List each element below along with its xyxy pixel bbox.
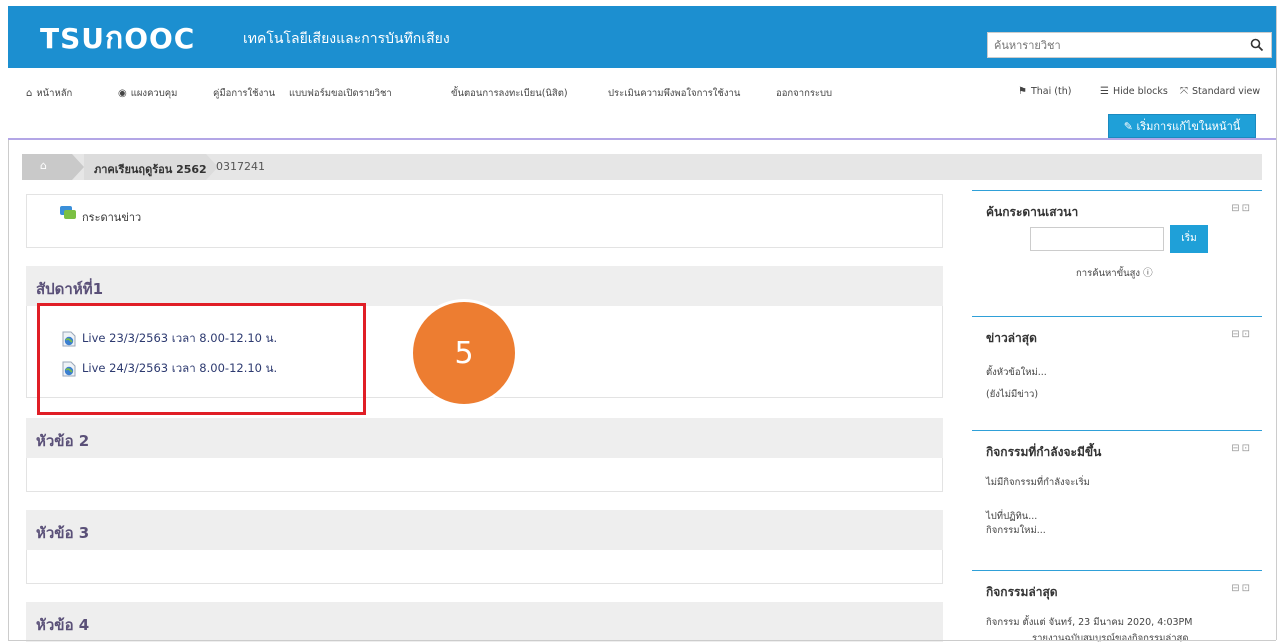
block-title: กิจกรรมล่าสุด: [986, 585, 1058, 599]
nav-dashboard-label: แผงควบคุม: [130, 88, 178, 99]
hide-blocks-button[interactable]: ☰ Hide blocks: [1100, 86, 1168, 97]
go-to-calendar-link[interactable]: ไปที่ปฏิทิน...: [986, 509, 1037, 524]
section-content: [26, 458, 943, 492]
search-icon[interactable]: [1250, 38, 1264, 52]
standard-view-button[interactable]: ⤧ Standard view: [1180, 86, 1260, 97]
breadcrumb-home[interactable]: ⌂: [22, 154, 72, 180]
breadcrumb-course: 0317241: [216, 160, 265, 173]
block-title: ข่าวล่าสุด: [986, 331, 1037, 345]
frame-border-bottom: [8, 640, 1276, 641]
nav-registration-steps[interactable]: ขั้นตอนการลงทะเบียน(นิสิต): [451, 86, 568, 101]
no-news-text: (ยังไม่มีข่าว): [986, 389, 1039, 400]
section-content: [26, 550, 943, 584]
block-title: กิจกรรมที่กำลังจะมีขึ้น: [986, 445, 1102, 459]
recent-activity-block: กิจกรรมล่าสุด ⊟⊡ กิจกรรม ตั้งแต่ จันทร์,…: [972, 570, 1262, 642]
nav-manual[interactable]: คู่มือการใช้งาน: [213, 86, 275, 101]
flag-icon: ⚑: [1018, 86, 1027, 97]
nav-home-label: หน้าหลัก: [36, 88, 73, 99]
site-logo[interactable]: TSUกOOC: [40, 15, 195, 62]
course-search-input[interactable]: [988, 33, 1238, 57]
new-event-link[interactable]: กิจกรรมใหม่...: [986, 523, 1046, 538]
forum-icon: [60, 206, 76, 219]
start-editing-button[interactable]: ✎ เริ่มการแก้ไขในหน้านี้: [1108, 114, 1256, 138]
advanced-search-label: การค้นหาขั้นสูง: [1076, 268, 1141, 279]
forum-search-input[interactable]: [1030, 227, 1164, 251]
section-header: หัวข้อ 3: [26, 510, 943, 550]
nav-home[interactable]: ⌂ หน้าหลัก: [26, 86, 72, 101]
upcoming-events-block: กิจกรรมที่กำลังจะมีขึ้น ⊟⊡ ไม่มีกิจกรรมท…: [972, 430, 1262, 550]
step-number-badge: 5: [410, 299, 518, 407]
block-title: ค้นกระดานเสวนา: [986, 205, 1079, 219]
section-title: หัวข้อ 3: [36, 524, 90, 542]
breadcrumb: ⌂ ภาคเรียนฤดูร้อน 2562 0317241: [22, 154, 1262, 180]
section-header: หัวข้อ 2: [26, 418, 943, 458]
site-title[interactable]: เทคโนโลยีเสียงและการบันทึกเสียง: [243, 28, 450, 50]
advanced-search-link[interactable]: การค้นหาขั้นสูง ⓘ: [1076, 265, 1153, 281]
dashboard-icon: ◉: [118, 88, 127, 99]
help-icon[interactable]: ⓘ: [1143, 268, 1153, 279]
site-header: TSUกOOC เทคโนโลยีเสียงและการบันทึกเสียง: [8, 6, 1276, 68]
section-title: หัวข้อ 4: [36, 616, 90, 634]
search-forums-block: ค้นกระดานเสวนา ⊟⊡ เริ่ม การค้นหาขั้นสูง …: [972, 190, 1262, 298]
resize-icon: ⤧: [1180, 86, 1188, 97]
frame-border-right: [1276, 6, 1277, 640]
latest-news-block: ข่าวล่าสุด ⊟⊡ ตั้งหัวข้อใหม่... (ยังไม่ม…: [972, 316, 1262, 412]
news-forum-link[interactable]: กระดานข่าว: [82, 208, 141, 226]
standard-view-label: Standard view: [1192, 86, 1261, 97]
nav-satisfaction-survey[interactable]: ประเมินความพึงพอใจการใช้งาน: [608, 86, 740, 101]
course-search: [987, 32, 1272, 58]
page: TSUกOOC เทคโนโลยีเสียงและการบันทึกเสียง …: [0, 0, 1286, 642]
nav-open-course-form[interactable]: แบบฟอร์มขอเปิดรายวิชา: [289, 86, 392, 101]
block-controls[interactable]: ⊟⊡: [1231, 203, 1252, 214]
section-header: หัวข้อ 4: [26, 602, 943, 642]
list-icon: ☰: [1100, 86, 1109, 97]
language-label: Thai (th): [1030, 86, 1072, 97]
activity-since-text: กิจกรรม ตั้งแต่ จันทร์, 23 มีนาคม 2020, …: [986, 617, 1193, 628]
forum-search-button[interactable]: เริ่ม: [1170, 225, 1208, 253]
edit-icon: ✎: [1123, 120, 1133, 133]
main-navbar: ⌂ หน้าหลัก ◉ แผงควบคุม คู่มือการใช้งาน แบบ…: [8, 68, 1276, 140]
hide-blocks-label: Hide blocks: [1112, 86, 1168, 97]
nav-dashboard[interactable]: ◉ แผงควบคุม: [118, 86, 177, 101]
breadcrumb-separator: [72, 154, 84, 180]
section-title: หัวข้อ 2: [36, 432, 90, 450]
section-header: สัปดาห์ที่1: [26, 266, 943, 306]
home-icon: ⌂: [40, 159, 47, 172]
block-controls[interactable]: ⊟⊡: [1231, 329, 1252, 340]
home-icon: ⌂: [26, 88, 33, 99]
forum-panel: [26, 194, 943, 248]
nav-logout[interactable]: ออกจากระบบ: [776, 86, 832, 101]
add-news-link[interactable]: ตั้งหัวข้อใหม่...: [986, 365, 1047, 380]
highlight-box: [37, 303, 366, 415]
step-number: 5: [454, 336, 474, 371]
language-menu[interactable]: ⚑ Thai (th): [1018, 86, 1071, 97]
breadcrumb-term[interactable]: ภาคเรียนฤดูร้อน 2562: [94, 160, 207, 178]
block-controls[interactable]: ⊟⊡: [1231, 443, 1252, 454]
block-controls[interactable]: ⊟⊡: [1231, 583, 1252, 594]
section-title: สัปดาห์ที่1: [36, 280, 104, 298]
start-editing-label: เริ่มการแก้ไขในหน้านี้: [1136, 120, 1241, 133]
no-events-text: ไม่มีกิจกรรมที่กำลังจะเริ่ม: [986, 477, 1090, 488]
